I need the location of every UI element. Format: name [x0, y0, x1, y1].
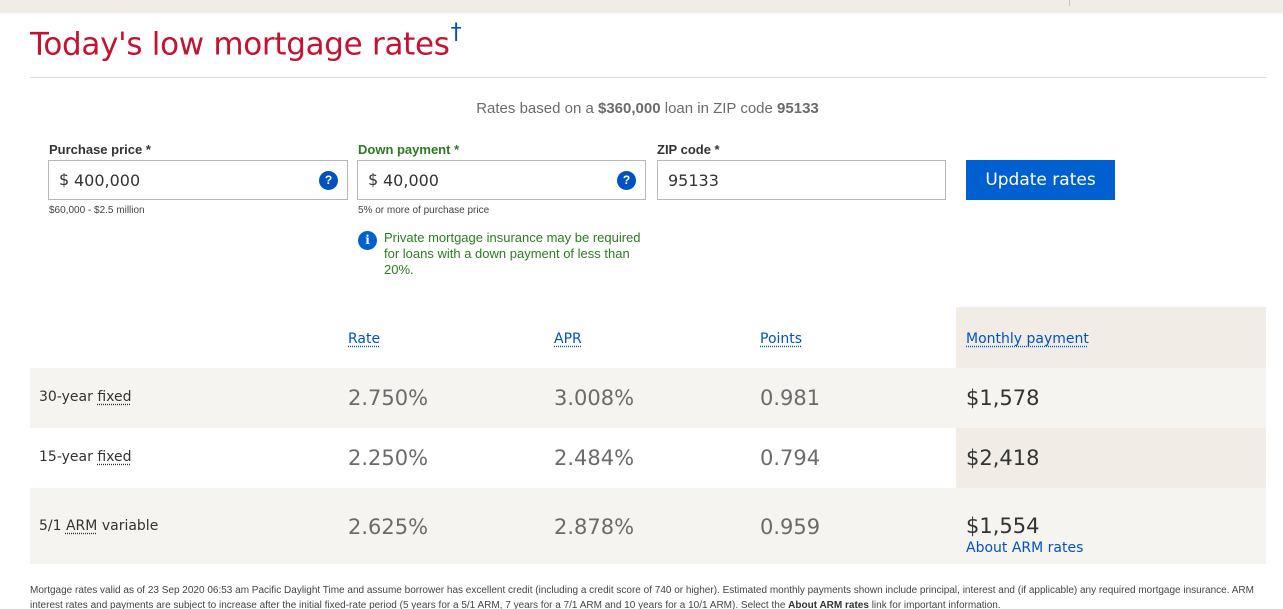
dagger-footnote-link[interactable]: † — [451, 20, 462, 45]
title-divider — [30, 77, 1267, 78]
top-band-divider — [1069, 0, 1070, 6]
row-type-link[interactable]: fixed — [97, 389, 131, 405]
rates-summary: Rates based on a $360,000 loan in ZIP co… — [0, 100, 1283, 117]
zip-code-field[interactable] — [657, 160, 946, 200]
row-label: 15-year fixed — [39, 449, 132, 465]
points-column-header[interactable]: Points — [760, 331, 802, 347]
update-rates-button[interactable]: Update rates — [966, 160, 1115, 200]
monthly-payment-value: $1,578 — [966, 386, 1040, 410]
apr-value: 2.878% — [554, 515, 635, 539]
table-row: 15-year fixed 2.250% 2.484% 0.794 $2,418 — [30, 428, 1266, 488]
purchase-price-currency: $ — [59, 170, 70, 189]
question-circle-icon[interactable]: ? — [319, 171, 338, 190]
table-row: 30-year fixed 2.750% 3.008% 0.981 $1,578 — [30, 368, 1266, 428]
rate-column-header[interactable]: Rate — [348, 331, 380, 347]
monthly-payment-column-header[interactable]: Monthly payment — [966, 331, 1089, 347]
down-payment-hint: 5% or more of purchase price — [358, 205, 490, 216]
points-value: 0.981 — [760, 386, 821, 410]
table-header-row: Rate APR Points Monthly payment — [30, 307, 1266, 368]
apr-value: 3.008% — [554, 386, 635, 410]
page-title: Today's low mortgage rates† — [30, 20, 462, 63]
rate-value: 2.625% — [348, 515, 429, 539]
down-payment-currency: $ — [368, 170, 379, 189]
row-term: 5/1 — [39, 518, 62, 534]
table-row: 5/1 ARM variable 2.625% 2.878% 0.959 $1,… — [30, 488, 1266, 564]
rates-summary-prefix: Rates based on a — [476, 100, 594, 117]
monthly-payment-value: $1,554 — [966, 514, 1040, 538]
rates-summary-loan-amount: $360,000 — [597, 100, 661, 117]
top-band — [0, 0, 1283, 13]
row-type-link[interactable]: fixed — [97, 449, 131, 465]
purchase-price-input[interactable] — [49, 161, 347, 199]
points-value: 0.959 — [760, 515, 821, 539]
zip-code-input[interactable] — [658, 161, 945, 199]
row-term: 30-year — [39, 389, 93, 405]
rate-value: 2.250% — [348, 446, 429, 470]
apr-value: 2.484% — [554, 446, 635, 470]
rates-summary-zip: 95133 — [777, 100, 819, 117]
disclaimer: Mortgage rates valid as of 23 Sep 2020 0… — [30, 583, 1260, 609]
row-label: 5/1 ARM variable — [39, 518, 158, 534]
purchase-price-hint: $60,000 - $2.5 million — [49, 205, 145, 216]
pmi-note-text: Private mortgage insurance may be requir… — [384, 230, 641, 277]
row-suffix: variable — [101, 518, 159, 534]
rate-value: 2.750% — [348, 386, 429, 410]
disclaimer-text: Mortgage rates valid as of 23 Sep 2020 0… — [30, 585, 1254, 609]
monthly-payment-value: $2,418 — [966, 446, 1040, 470]
disclaimer-about-arm-link[interactable]: About ARM rates — [788, 600, 869, 609]
zip-code-label: ZIP code * — [657, 142, 720, 157]
row-type-link[interactable]: ARM — [66, 518, 97, 534]
info-circle-icon: i — [358, 231, 377, 250]
down-payment-field[interactable]: $ ? — [357, 160, 646, 200]
apr-column-header[interactable]: APR — [554, 331, 582, 347]
page-title-text: Today's low mortgage rates — [30, 26, 450, 63]
about-arm-rates-link[interactable]: About ARM rates — [966, 540, 1083, 556]
points-value: 0.794 — [760, 446, 821, 470]
row-label: 30-year fixed — [39, 389, 132, 405]
row-term: 15-year — [39, 449, 93, 465]
purchase-price-field[interactable]: $ ? — [48, 160, 348, 200]
down-payment-label: Down payment * — [358, 142, 460, 157]
rates-summary-middle: loan in ZIP code — [664, 100, 773, 117]
disclaimer-text-end: link for important information. — [871, 600, 1001, 609]
down-payment-input[interactable] — [358, 161, 645, 199]
purchase-price-label: Purchase price * — [49, 142, 151, 157]
question-circle-icon[interactable]: ? — [617, 171, 636, 190]
